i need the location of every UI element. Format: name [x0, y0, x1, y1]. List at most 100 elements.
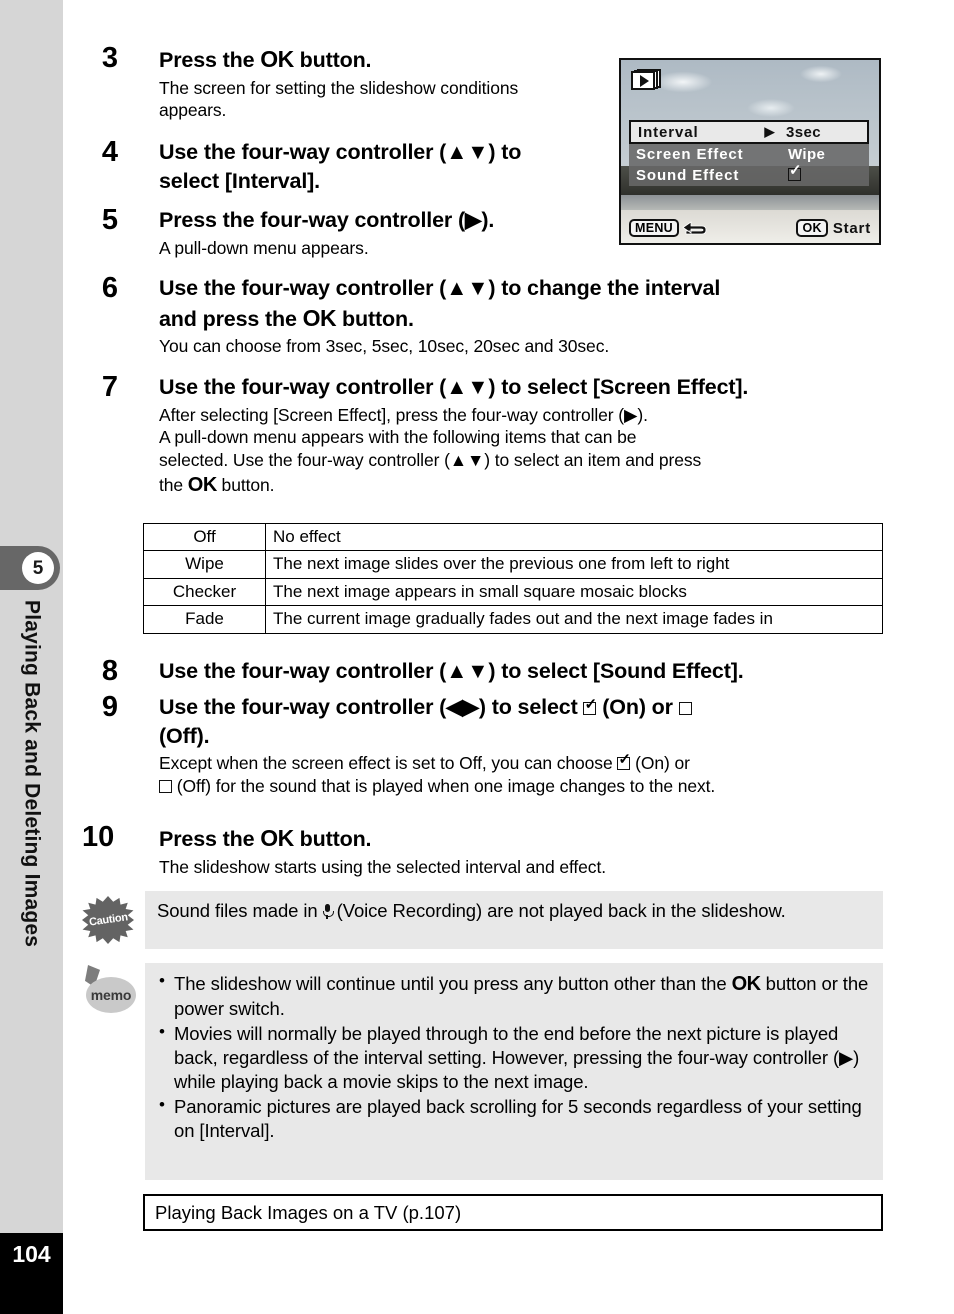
lcd-interval-value: 3sec	[786, 123, 821, 141]
lcd-screen-effect-value: Wipe	[788, 146, 826, 163]
lcd-row-sound-effect[interactable]: Sound Effect	[629, 163, 869, 186]
step-10-number: 10	[82, 821, 115, 853]
memo-icon: memo	[82, 965, 140, 1019]
effect-name: Checker	[143, 577, 266, 607]
lcd-row-interval[interactable]: Interval ▶ 3sec	[629, 120, 869, 144]
table-row: Off No effect	[143, 522, 883, 552]
step-7-desc-line4-prefix: the	[159, 474, 188, 495]
step-9-heading-part2: (Off).	[159, 723, 210, 748]
slideshow-playback-icon	[631, 69, 663, 92]
caution-text-part1: Sound files made in	[157, 900, 323, 921]
step-7-desc-line1: After selecting [Screen Effect], press t…	[159, 404, 648, 425]
camera-lcd-illustration: Interval ▶ 3sec Screen Effect Wipe Sound…	[619, 58, 881, 245]
effect-description: The next image appears in small square m…	[265, 577, 883, 607]
step-6-description: You can choose from 3sec, 5sec, 10sec, 2…	[159, 336, 610, 357]
page-content: Interval ▶ 3sec Screen Effect Wipe Sound…	[63, 0, 954, 1314]
table-row: Wipe The next image slides over the prev…	[143, 550, 883, 579]
list-item: The slideshow will continue until you pr…	[157, 970, 871, 1021]
lcd-sound-effect-label: Sound Effect	[636, 167, 740, 184]
chapter-tab: 5	[0, 546, 60, 590]
lcd-row-screen-effect[interactable]: Screen Effect Wipe	[629, 144, 869, 165]
reference-box[interactable]: Playing Back Images on a TV (p.107)	[143, 1194, 883, 1231]
step-8: 8 Use the four-way controller (▲▼) to se…	[79, 657, 909, 686]
step-7-desc-line3: selected. Use the four-way controller (▲…	[159, 450, 702, 471]
step-7-desc-line4-suffix: button.	[216, 474, 275, 495]
ok-button-glyph: OK	[187, 473, 218, 496]
step-3-heading-prefix: Press the	[159, 48, 261, 72]
screen-effects-table: Off No effect Wipe The next image slides…	[143, 522, 883, 634]
step-6-heading-line2-suffix: button.	[336, 306, 414, 331]
back-arrow-icon	[682, 220, 707, 234]
ok-button-glyph: OK	[260, 825, 294, 851]
step-6: 6 Use the four-way controller (▲▼) to ch…	[79, 274, 894, 358]
caution-text: Sound files made in (Voice Recording) ar…	[145, 891, 883, 932]
list-item: Panoramic pictures are played back scrol…	[157, 1094, 871, 1143]
checkbox-unchecked-icon	[678, 702, 692, 715]
lcd-button-hints: MENU OK Start	[629, 219, 871, 237]
lcd-ok-hint[interactable]: OK Start	[796, 219, 871, 237]
caution-icon-label: Caution	[87, 911, 129, 929]
step-4-heading: Use the four-way controller (▲▼) to sele…	[159, 140, 522, 193]
step-3-number: 3	[101, 42, 119, 74]
step-10-heading-prefix: Press the	[159, 827, 261, 851]
ok-button-glyph: OK	[260, 46, 294, 72]
chapter-title-label: Playing Back and Deleting Images	[20, 600, 44, 948]
page-number: 104	[0, 1233, 63, 1314]
lcd-start-label: Start	[832, 219, 871, 237]
step-10: 10 Press the OK button. The slideshow st…	[79, 823, 909, 878]
ok-button-pill: OK	[796, 219, 828, 237]
step-8-number: 8	[101, 655, 119, 687]
lcd-photo-sea	[621, 195, 879, 211]
chapter-sidebar: 5 Playing Back and Deleting Images 104	[0, 0, 63, 1314]
step-9-heading: Use the four-way controller (◀▶) to sele…	[159, 693, 909, 750]
checkbox-checked-icon	[583, 697, 597, 715]
checkbox-checked-icon	[617, 752, 631, 771]
table-row: Fade The current image gradually fades o…	[143, 605, 883, 634]
caution-burst-shape: Caution	[82, 896, 134, 944]
caution-text-part2: (Voice Recording) are not played back in…	[331, 900, 786, 921]
chapter-title: Playing Back and Deleting Images	[0, 600, 63, 1160]
step-8-heading: Use the four-way controller (▲▼) to sele…	[159, 659, 744, 683]
step-9: 9 Use the four-way controller (◀▶) to se…	[79, 693, 909, 798]
step-6-heading-line2-prefix: and press the	[159, 306, 303, 331]
step-6-number: 6	[101, 272, 119, 304]
step-6-heading-line1: Use the four-way controller (▲▼) to chan…	[159, 276, 721, 300]
list-item: Movies will normally be played through t…	[157, 1021, 871, 1094]
checkbox-unchecked-icon	[159, 779, 172, 793]
step-9-heading-part1: Use the four-way controller (◀▶) to sele…	[159, 695, 584, 719]
memo-box: The slideshow will continue until you pr…	[145, 963, 883, 1180]
effect-name: Wipe	[143, 550, 266, 579]
step-9-desc-part1: Except when the screen effect is set to …	[159, 753, 618, 774]
effect-description: The next image slides over the previous …	[265, 550, 883, 579]
step-9-desc-on: (On) or	[630, 753, 690, 774]
step-7: 7 Use the four-way controller (▲▼) to se…	[79, 373, 909, 498]
step-9-heading-on: (On) or	[596, 695, 679, 719]
step-7-description: After selecting [Screen Effect], press t…	[159, 404, 909, 498]
step-5-number: 5	[101, 204, 119, 236]
microphone-icon	[322, 904, 334, 919]
lcd-menu-list: Interval ▶ 3sec Screen Effect Wipe Sound…	[629, 120, 869, 186]
ok-button-glyph: OK	[302, 304, 337, 331]
caution-icon: Caution	[82, 896, 140, 950]
memo-text: The slideshow will continue until you pr…	[145, 963, 883, 1153]
memo-oval-shape: memo	[86, 977, 136, 1013]
step-5-heading: Press the four-way controller (▶).	[159, 208, 495, 232]
step-3: 3 Press the OK button. The screen for se…	[79, 44, 539, 122]
step-7-desc-line2: A pull-down menu appears with the follow…	[159, 427, 637, 448]
lcd-menu-hint[interactable]: MENU	[629, 219, 708, 237]
lcd-sound-effect-value	[788, 163, 862, 184]
step-4-number: 4	[101, 136, 119, 168]
memo-item-0-prefix: The slideshow will continue until you pr…	[174, 973, 732, 994]
step-3-heading-suffix: button.	[293, 48, 372, 72]
effect-description: The current image gradually fades out an…	[265, 605, 883, 634]
step-9-number: 9	[101, 691, 119, 723]
table-row: Checker The next image appears in small …	[143, 577, 883, 607]
step-5: 5 Press the four-way controller (▶). A p…	[79, 206, 559, 259]
menu-button-pill: MENU	[629, 219, 680, 237]
step-9-description: Except when the screen effect is set to …	[159, 752, 909, 798]
step-7-heading: Use the four-way controller (▲▼) to sele…	[159, 375, 749, 399]
lcd-interval-label: Interval	[638, 123, 699, 141]
chapter-number: 5	[22, 552, 54, 584]
step-10-heading-suffix: button.	[293, 827, 372, 851]
step-10-description: The slideshow starts using the selected …	[159, 856, 606, 877]
